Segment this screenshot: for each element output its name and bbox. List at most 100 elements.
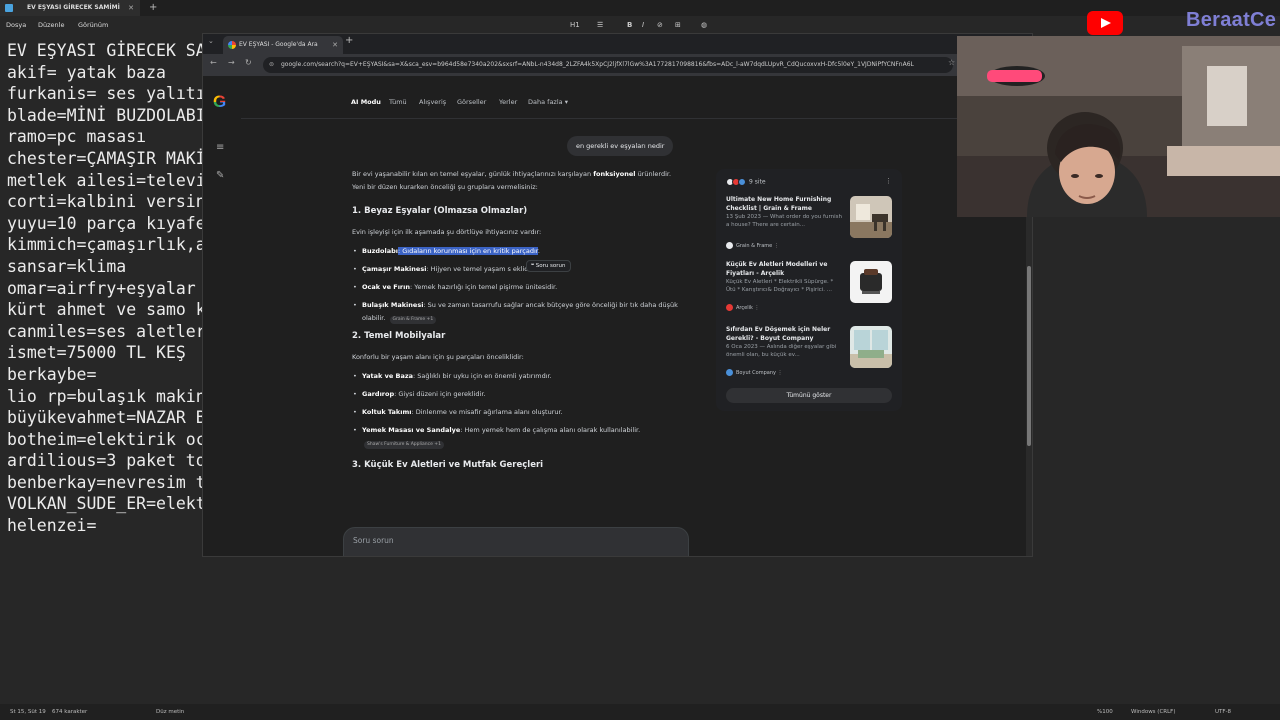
notepad-line: corti=kalbini versin <box>7 192 206 212</box>
notepad-line: lio rp=bulaşık makin <box>7 386 206 406</box>
source-thumbnail <box>850 196 892 238</box>
source-snippet: 13 Şub 2023 — What order do you furnish … <box>726 214 842 228</box>
site-favicon-icon <box>726 304 733 311</box>
new-tab-plus-icon[interactable]: + <box>149 0 157 16</box>
notepad-line: canmiles=ses aletler <box>7 321 206 341</box>
youtube-logo-icon <box>1087 11 1123 35</box>
menu-edit[interactable]: Düzenle <box>38 16 64 34</box>
list-item: Yatak ve Baza: Sağlıklı bir uyku için en… <box>352 370 682 383</box>
url-text: google.com/search?q=EV+EŞYASI&sa=X&sca_e… <box>281 61 914 68</box>
address-bar[interactable]: ⊜ google.com/search?q=EV+EŞYASI&sa=X&sca… <box>263 57 953 73</box>
user-query-bubble: en gerekli ev eşyaları nedir <box>567 136 674 156</box>
section-title: 3. Küçük Ev Aletleri ve Mutfak Gereçleri <box>352 460 544 470</box>
zoom-level[interactable]: %100 <box>1097 704 1113 720</box>
section-title: 2. Temel Mobilyalar <box>352 331 446 341</box>
list-button[interactable]: ☰ <box>597 16 603 34</box>
source-title[interactable]: Sıfırdan Ev Döşemek için Neler Gerekli? … <box>726 326 844 343</box>
tab-ai-mode[interactable]: AI Modu <box>351 98 381 106</box>
scrollbar-thumb[interactable] <box>1027 266 1031 446</box>
notepad-tab[interactable]: EV EŞYASI GİRECEK SAMİMİ DOSTLİ ✕ <box>0 0 140 27</box>
back-arrow-icon[interactable]: ← <box>210 58 217 67</box>
sources-header: 9 site <box>726 178 766 186</box>
list-item: Ocak ve Fırın: Yemek hazırlığı için teme… <box>352 281 682 294</box>
line-ending[interactable]: Windows (CRLF) <box>1131 704 1175 720</box>
notepad-status-bar: St 15, Süt 19 674 karakter Düz metin %10… <box>0 704 1280 720</box>
table-button[interactable]: ⊞ <box>675 16 681 34</box>
bold-button[interactable]: B <box>627 16 632 34</box>
link-button[interactable]: ⊘ <box>657 16 663 34</box>
source-chip[interactable]: Grain & Frame +1 <box>389 315 437 324</box>
italic-button[interactable]: I <box>642 16 644 34</box>
site-favicon-icon <box>726 242 733 249</box>
browser-tab[interactable]: EV EŞYASI - Google'da Ara ✕ <box>223 36 343 54</box>
notepad-line: kimmich=çamaşırlık,a <box>7 235 206 255</box>
site-info-icon[interactable]: ⊜ <box>269 57 274 73</box>
notepad-line: ramo=pc masası <box>7 127 147 147</box>
notepad-line: sansar=klima <box>7 256 127 276</box>
source-card[interactable]: Sıfırdan Ev Döşemek için Neler Gerekli? … <box>726 326 892 388</box>
ask-input-box[interactable]: Soru sorun + 🎤 <box>343 527 689 556</box>
notepad-line: ardilious=3 paket to <box>7 451 206 471</box>
source-card[interactable]: Ultimate New Home Furnishing Checklist |… <box>726 196 892 258</box>
bookmark-star-icon[interactable]: ☆ <box>948 58 955 67</box>
source-site: Boyut Company ⋮ <box>726 369 783 376</box>
tab-more[interactable]: Daha fazla ▾ <box>528 98 568 106</box>
list-item: Bulaşık Makinesi: Su ve zaman tasarrufu … <box>352 299 682 324</box>
source-thumbnail <box>850 326 892 368</box>
notepad-line: benberkay=nevresim t <box>7 472 206 492</box>
clear-format-button[interactable]: ◍ <box>701 16 707 34</box>
heading-button[interactable]: H1 <box>570 16 580 34</box>
text-mode: Düz metin <box>156 709 185 715</box>
tab-shopping[interactable]: Alışveriş <box>419 98 446 106</box>
notepad-line: akif= yatak baza <box>7 62 166 82</box>
source-title[interactable]: Küçük Ev Aletleri Modelleri ve Fiyatları… <box>726 261 844 278</box>
ai-answer: Bir evi yaşanabilir kılan en temel eşyal… <box>352 168 682 480</box>
tab-places[interactable]: Yerler <box>499 98 517 106</box>
section-intro: Konforlu bir yaşam alanı için şu parçala… <box>352 352 524 361</box>
forward-arrow-icon[interactable]: → <box>228 58 235 67</box>
show-all-button[interactable]: Tümünü göster <box>726 388 892 403</box>
google-favicon-icon <box>228 41 236 49</box>
more-options-icon[interactable]: ⋮ <box>885 177 892 185</box>
sources-count: 9 site <box>749 178 766 186</box>
notepad-line: berkaybe= <box>7 364 97 384</box>
notepad-line: blade=MİNİ BUZDOLABI <box>7 105 206 125</box>
tab-images[interactable]: Görseller <box>457 98 486 106</box>
menu-file[interactable]: Dosya <box>6 16 26 34</box>
notepad-text-area[interactable]: EV EŞYASI GİRECEK SA akif= yatak baza furk… <box>7 40 207 537</box>
tab-search-icon[interactable]: ⌄ <box>208 37 214 45</box>
browser-toolbar: ← → ↻ ⊜ google.com/search?q=EV+EŞYASI&sa… <box>203 54 1032 76</box>
section-title: 1. Beyaz Eşyalar (Olmazsa Olmazlar) <box>352 206 528 216</box>
source-card[interactable]: Küçük Ev Aletleri Modelleri ve Fiyatları… <box>726 261 892 323</box>
source-snippet: 6 Oca 2023 — Aslında diğer eşyalar gibi … <box>726 344 837 358</box>
source-title[interactable]: Ultimate New Home Furnishing Checklist |… <box>726 196 844 213</box>
notepad-line: kürt ahmet ve samo k <box>7 300 206 320</box>
new-tab-plus-icon[interactable]: + <box>345 35 353 46</box>
notepad-line: metlek ailesi=televi <box>7 170 206 190</box>
history-menu-icon[interactable]: ≡ <box>216 142 224 153</box>
tab-all[interactable]: Tümü <box>389 98 407 106</box>
notepad-line: helenzei= <box>7 516 97 536</box>
menu-view[interactable]: Görünüm <box>78 16 108 34</box>
notepad-line: furkanis= ses yalıtı <box>7 84 206 104</box>
close-tab-icon[interactable]: ✕ <box>332 36 338 54</box>
encoding[interactable]: UTF-8 <box>1215 704 1231 720</box>
new-chat-icon[interactable]: ✎ <box>216 170 224 181</box>
browser-tab-title: EV EŞYASI - Google'da Ara <box>239 41 318 48</box>
ask-question-tooltip[interactable]: ❝ Soru sorun <box>526 260 571 272</box>
notepad-line: ismet=75000 TL KEŞ <box>7 343 186 363</box>
browser-tab-bar: ⌄ EV EŞYASI - Google'da Ara ✕ + <box>203 34 1032 54</box>
notepad-line: EV EŞYASI GİRECEK SA <box>7 41 206 60</box>
list-item: Yemek Masası ve Sandalye: Hem yemek hem … <box>352 424 682 449</box>
google-logo[interactable]: G <box>213 92 226 112</box>
list-item: Çamaşır Makinesi: Hijyen ve temel yaşam … <box>352 263 682 276</box>
source-chip[interactable]: Shaw's Furniture & Appliance +1 <box>364 440 444 449</box>
close-tab-icon[interactable]: ✕ <box>128 0 134 16</box>
answer-intro: Bir evi yaşanabilir kılan en temel eşyal… <box>352 170 672 191</box>
ask-input-placeholder[interactable]: Soru sorun <box>353 536 394 545</box>
left-rail: G ≡ ✎ <box>203 76 241 556</box>
source-site: Arçelik ⋮ <box>726 304 759 311</box>
list-item: Koltuk Takımı: Dinlenme ve misafir ağırl… <box>352 406 682 419</box>
cursor-position: St 15, Süt 19 <box>10 709 46 715</box>
reload-icon[interactable]: ↻ <box>245 58 252 67</box>
